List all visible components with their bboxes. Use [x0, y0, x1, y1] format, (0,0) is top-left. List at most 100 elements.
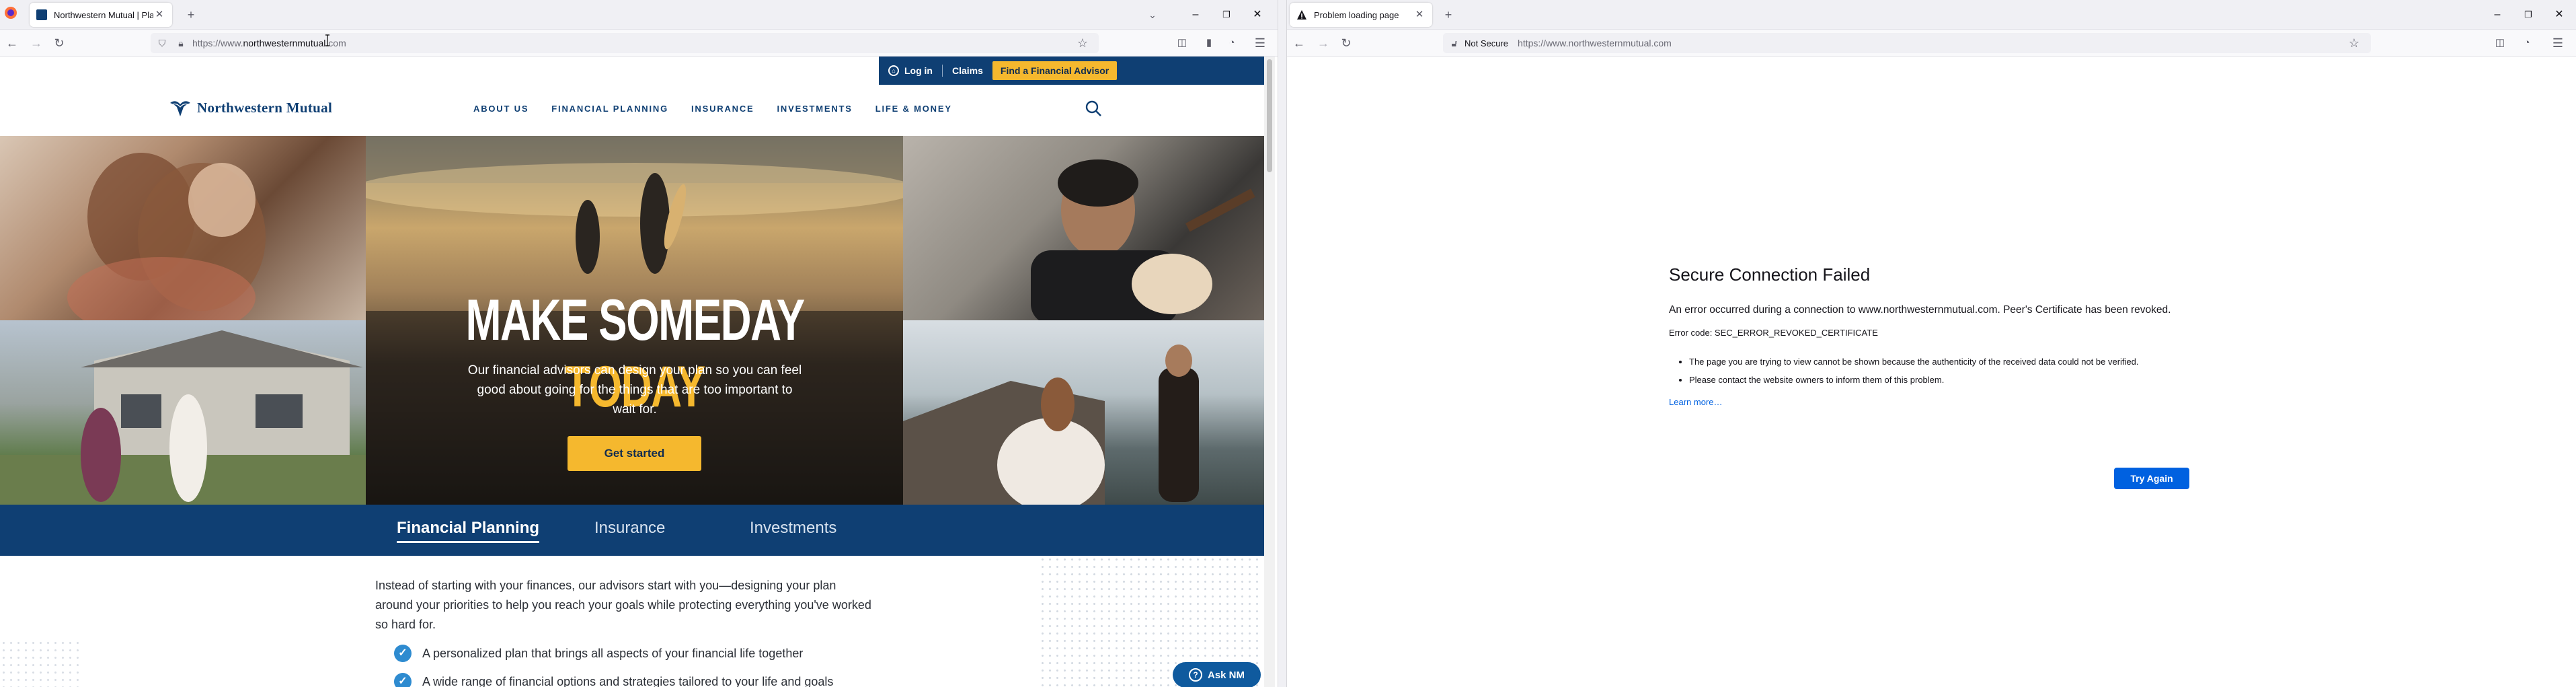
bookmark-star-icon[interactable]: ☆ [1073, 34, 1092, 52]
logo-wordmark: Northwestern Mutual [197, 99, 333, 116]
nm-eagle-icon [170, 101, 190, 116]
error-bullet-list: The page you are trying to view cannot b… [1689, 355, 2207, 386]
lock-icon[interactable]: 🔒︎ [173, 38, 188, 49]
tab-insurance[interactable]: Insurance [594, 519, 665, 538]
not-secure-label: Not Secure [1465, 38, 1509, 48]
pocket-icon[interactable]: ◫ [2491, 34, 2509, 52]
login-link[interactable]: ⌂ Log in [888, 65, 933, 76]
close-window-icon[interactable]: ✕ [2546, 4, 2573, 26]
nm-favicon-icon [36, 9, 47, 20]
not-secure-lock-icon[interactable]: 🔓︎ [1447, 38, 1462, 49]
list-item: The page you are trying to view cannot b… [1689, 355, 2207, 368]
left-nav-bar: ← → ↻ ⛉ 🔒︎ https://www.northwesternmutua… [0, 30, 1278, 57]
list-item: ✓ A personalized plan that brings all as… [394, 645, 803, 662]
minimize-icon[interactable]: – [2484, 4, 2511, 26]
account-icon[interactable]: ◔ [2518, 34, 2536, 52]
lock-icon: ⌂ [888, 65, 899, 76]
right-browser-window: Problem loading page ✕ + – ❐ ✕ ← → ↻ 🔓︎ … [1287, 0, 2576, 687]
list-item-text: A wide range of financial options and st… [422, 674, 834, 687]
nav-life-money[interactable]: LIFE & MONEY [875, 104, 952, 114]
nav-investments[interactable]: INVESTMENTS [777, 104, 853, 114]
extension-icon[interactable]: ▮ [1200, 34, 1218, 52]
text-cursor-icon [325, 34, 329, 46]
site-header: Northwestern Mutual ABOUT US FINANCIAL P… [0, 85, 1264, 136]
new-tab-icon[interactable]: + [1439, 5, 1458, 24]
firefox-icon[interactable] [1, 5, 20, 24]
photo-house-family [0, 320, 366, 505]
try-again-button[interactable]: Try Again [2114, 468, 2189, 489]
photo-wedding-couple [903, 320, 1264, 505]
decorative-dot-pattern [0, 639, 81, 687]
pocket-icon[interactable]: ◫ [1173, 34, 1192, 52]
login-label: Log in [904, 65, 933, 76]
bookmark-star-icon[interactable]: ☆ [2345, 34, 2364, 52]
reload-icon[interactable]: ↻ [1337, 34, 1356, 52]
photo-man-guitar [903, 136, 1264, 320]
reload-icon[interactable]: ↻ [50, 34, 69, 52]
get-started-button[interactable]: Get started [568, 436, 701, 471]
nav-about-us[interactable]: ABOUT US [473, 104, 529, 114]
minimize-icon[interactable]: – [1182, 4, 1209, 26]
find-advisor-button[interactable]: Find a Financial Advisor [992, 61, 1118, 80]
nav-insurance[interactable]: INSURANCE [691, 104, 754, 114]
list-item-text: A personalized plan that brings all aspe… [422, 646, 804, 660]
url-bar[interactable]: 🔓︎ Not Secure https://www.northwesternmu… [1443, 33, 2371, 53]
warning-icon [1296, 9, 1307, 20]
nav-financial-planning[interactable]: FINANCIAL PLANNING [551, 104, 668, 114]
list-all-tabs-icon[interactable]: ⌄ [1143, 5, 1162, 24]
search-icon[interactable] [1084, 99, 1103, 118]
back-icon[interactable]: ← [3, 34, 22, 52]
ask-nm-label: Ask NM [1207, 669, 1245, 681]
tab-problem-loading[interactable]: Problem loading page ✕ [1290, 3, 1432, 27]
claims-link[interactable]: Claims [952, 65, 983, 76]
hero-center-panel: MAKE SOMEDAY TODAY Our financial advisor… [366, 136, 903, 505]
tab-financial-planning[interactable]: Financial Planning [397, 519, 540, 543]
tab-investments[interactable]: Investments [750, 519, 836, 538]
ask-nm-button[interactable]: ? Ask NM [1173, 662, 1261, 687]
nm-logo[interactable]: Northwestern Mutual [169, 97, 332, 118]
scrollbar-thumb[interactable] [1267, 59, 1272, 172]
nm-page: ⌂ Log in Claims Find a Financial Advisor… [0, 57, 1275, 687]
restore-icon[interactable]: ❐ [2515, 4, 2542, 26]
tab-northwestern-mutual[interactable]: Northwestern Mutual | Plannin ✕ [30, 3, 172, 27]
tab-title: Problem loading page [1314, 9, 1399, 20]
right-nav-bar: ← → ↻ 🔓︎ Not Secure https://www.northwes… [1287, 30, 2576, 57]
photo-mother-child [0, 136, 366, 320]
url-bar[interactable]: ⛉ 🔒︎ https://www.northwesternmutual.com [151, 33, 1099, 53]
tab-title: Northwestern Mutual | Plannin [54, 9, 153, 20]
close-window-icon[interactable]: ✕ [1244, 4, 1271, 26]
list-item: Please contact the website owners to inf… [1689, 373, 2207, 386]
close-tab-icon[interactable]: ✕ [153, 9, 165, 21]
intro-paragraph: Instead of starting with your finances, … [375, 579, 871, 631]
new-tab-icon[interactable]: + [182, 5, 200, 24]
hero-section: MAKE SOMEDAY TODAY Our financial advisor… [0, 136, 1264, 505]
checkmark-icon: ✓ [394, 673, 412, 687]
menu-icon[interactable]: ☰ [1251, 34, 1270, 52]
divider [942, 65, 943, 77]
forward-icon[interactable]: → [1314, 34, 1333, 52]
error-title: Secure Connection Failed [1669, 264, 1871, 285]
checkmark-icon: ✓ [394, 645, 412, 662]
hero-subtitle: Our financial advisors can design your p… [467, 363, 802, 417]
page-scrollbar[interactable] [1264, 57, 1275, 687]
menu-icon[interactable]: ☰ [2548, 34, 2567, 52]
url-text: https://www.northwesternmutual.com [192, 38, 346, 48]
close-tab-icon[interactable]: ✕ [1413, 9, 1426, 21]
error-code: Error code: SEC_ERROR_REVOKED_CERTIFICAT… [1669, 328, 1878, 338]
list-item: ✓ A wide range of financial options and … [394, 673, 833, 687]
utility-nav: ⌂ Log in Claims Find a Financial Advisor [879, 57, 1274, 85]
learn-more-link[interactable]: Learn more… [1669, 397, 1722, 407]
error-page: Secure Connection Failed An error occurr… [1287, 57, 2576, 687]
left-browser-window: Northwestern Mutual | Plannin ✕ + ⌄ – ❐ … [0, 0, 1278, 687]
right-tab-bar: Problem loading page ✕ + – ❐ ✕ [1287, 0, 2576, 30]
error-description: An error occurred during a connection to… [1669, 304, 2171, 316]
left-tab-bar: Northwestern Mutual | Plannin ✕ + ⌄ – ❐ … [0, 0, 1278, 30]
desktop: Northwestern Mutual | Plannin ✕ + ⌄ – ❐ … [0, 0, 2576, 687]
tracking-protection-icon[interactable]: ⛉ [155, 38, 169, 49]
forward-icon[interactable]: → [27, 34, 46, 52]
question-icon: ? [1188, 668, 1202, 682]
restore-icon[interactable]: ❐ [1213, 4, 1240, 26]
main-nav: ABOUT US FINANCIAL PLANNING INSURANCE IN… [473, 104, 952, 114]
back-icon[interactable]: ← [1290, 34, 1309, 52]
account-icon[interactable]: ◔ [1222, 34, 1241, 52]
